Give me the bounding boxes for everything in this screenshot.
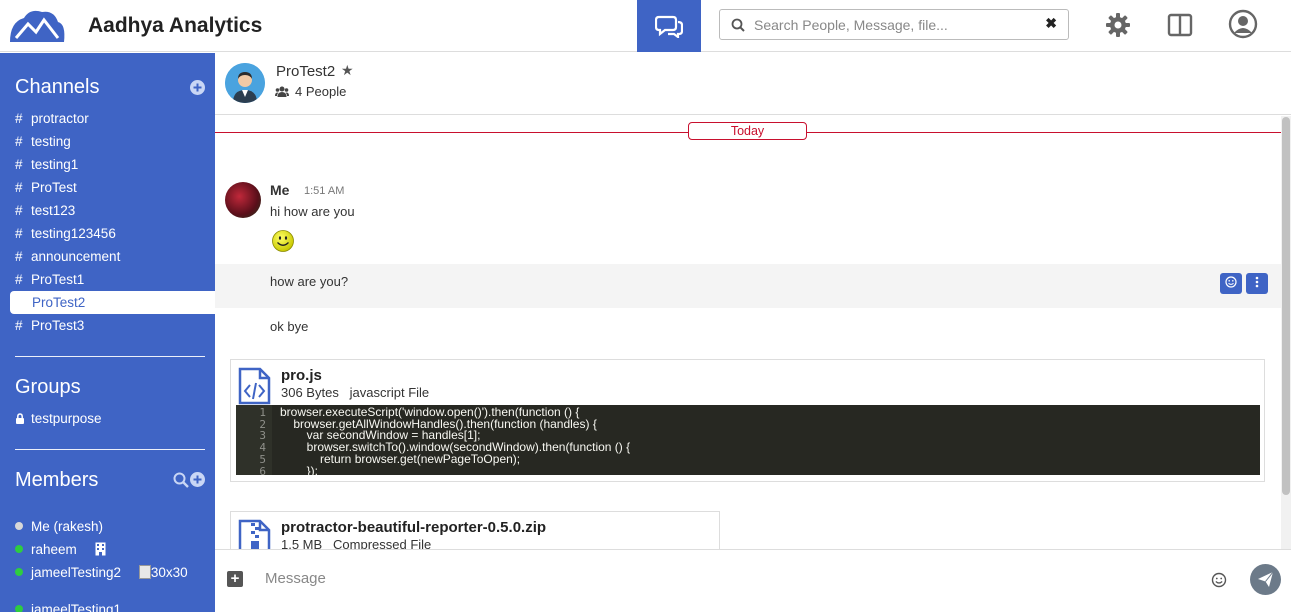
zip-file-icon (238, 519, 271, 549)
gear-icon[interactable] (1104, 11, 1132, 39)
sidebar-item-protest2[interactable]: ProTest2 (10, 291, 215, 314)
groups-title: Groups (15, 376, 81, 398)
clear-search-icon[interactable]: ✖ (1045, 15, 1057, 32)
send-button[interactable] (1250, 564, 1281, 595)
channel-avatar (225, 63, 265, 103)
paper-plane-icon (1258, 571, 1274, 587)
sidebar-item-protest3[interactable]: # ProTest3 (15, 318, 84, 333)
status-dot (15, 522, 23, 531)
message-text: how are you? (270, 274, 349, 289)
sidebar-item-announcement[interactable]: # announcement (15, 249, 120, 264)
file-attachment-card[interactable]: protractor-beautiful-reporter-0.5.0.zip … (230, 511, 720, 549)
search-input[interactable] (754, 16, 1044, 34)
message-author[interactable]: Me (270, 182, 289, 198)
search-box: ✖ (719, 9, 1069, 40)
logo-icon (10, 10, 65, 42)
sidebar-item-protest[interactable]: # ProTest (15, 180, 77, 195)
sidebar-item-testpurpose[interactable]: testpurpose (15, 411, 102, 426)
message-text: ok bye (270, 319, 309, 334)
add-reaction-button[interactable] (1220, 273, 1242, 294)
sidebar-item-testing[interactable]: # testing (15, 134, 71, 149)
sidebar-item-testing123456[interactable]: # testing123456 (15, 226, 116, 241)
message-time: 1:51 AM (304, 185, 345, 197)
online-dot (15, 605, 23, 612)
member-jameeltesting2[interactable]: jameelTesting2 30x30 (15, 565, 188, 580)
chat-tab[interactable] (637, 0, 701, 52)
code-line: }); (280, 463, 319, 475)
code-preview: 1 2 3 4 5 6 browser.executeScript('windo… (236, 405, 1260, 475)
member-jameeltesting1[interactable]: jameelTesting1 (15, 602, 121, 612)
more-options-button[interactable] (1246, 273, 1268, 294)
file-meta: 1.5 MB Compressed File (281, 537, 432, 549)
emoji-picker-icon[interactable] (1211, 572, 1227, 588)
channels-title: Channels (15, 76, 100, 98)
message-composer: + (215, 549, 1291, 612)
message-row-hover (215, 264, 1281, 308)
top-bar: Aadhya Analytics ✖ (0, 0, 1291, 52)
file-name[interactable]: pro.js (281, 367, 322, 384)
avatar[interactable] (225, 182, 261, 218)
sidebar-item-protractor[interactable]: # protractor (15, 111, 89, 126)
scrollbar-thumb[interactable] (1282, 117, 1290, 495)
add-channel-icon[interactable] (190, 80, 205, 95)
vertical-dots-icon (1255, 276, 1259, 288)
users-icon (275, 86, 289, 97)
chat-main: ProTest2 ★ 4 People Today Me 1:51 AM hi … (215, 53, 1291, 612)
message-input[interactable] (265, 567, 1165, 589)
member-me[interactable]: Me (rakesh) (15, 519, 103, 534)
app-title: Aadhya Analytics (88, 14, 263, 37)
file-attachment-card[interactable]: pro.js 306 Bytes javascript File 1 2 3 4… (230, 359, 1265, 482)
sidebar-item-protest1[interactable]: # ProTest1 (15, 272, 84, 287)
code-file-icon (238, 367, 271, 405)
message-list: Today Me 1:51 AM hi how are you how are … (215, 116, 1281, 549)
smile-icon (1225, 276, 1237, 288)
channel-header: ProTest2 ★ 4 People (215, 53, 1291, 115)
columns-icon[interactable] (1166, 11, 1194, 39)
divider (15, 356, 205, 357)
smiley-emoji-icon (272, 230, 294, 252)
member-raheem[interactable]: raheem (15, 542, 106, 557)
members-title: Members (15, 469, 99, 491)
broken-image: 30x30 (138, 565, 188, 580)
online-dot (15, 568, 23, 577)
chat-bubbles-icon (655, 15, 683, 38)
add-member-icon[interactable] (190, 472, 205, 487)
people-count[interactable]: 4 People (275, 84, 346, 99)
user-profile-icon[interactable] (1228, 9, 1258, 39)
search-members-icon[interactable] (173, 472, 189, 488)
sidebar: Channels # protractor # testing # testing1 … (0, 53, 215, 612)
attach-plus-icon[interactable]: + (227, 571, 243, 587)
building-icon (95, 542, 106, 556)
search-icon (731, 18, 745, 32)
star-icon[interactable]: ★ (341, 62, 354, 79)
person-avatar-icon (225, 63, 265, 103)
divider (15, 449, 205, 450)
sidebar-item-test123[interactable]: # test123 (15, 203, 75, 218)
lock-icon (16, 413, 24, 424)
broken-image-icon (138, 565, 151, 579)
channel-name: ProTest2 (276, 63, 336, 80)
message-text: hi how are you (270, 204, 355, 219)
online-dot (15, 545, 23, 554)
today-badge: Today (688, 122, 807, 140)
line-number: 5 (259, 452, 266, 466)
sidebar-item-testing1[interactable]: # testing1 (15, 157, 78, 172)
line-number: 6 (259, 464, 266, 475)
line-number: 1 (259, 406, 266, 419)
file-meta: 306 Bytes javascript File (281, 385, 430, 400)
file-name[interactable]: protractor-beautiful-reporter-0.5.0.zip (281, 519, 546, 536)
